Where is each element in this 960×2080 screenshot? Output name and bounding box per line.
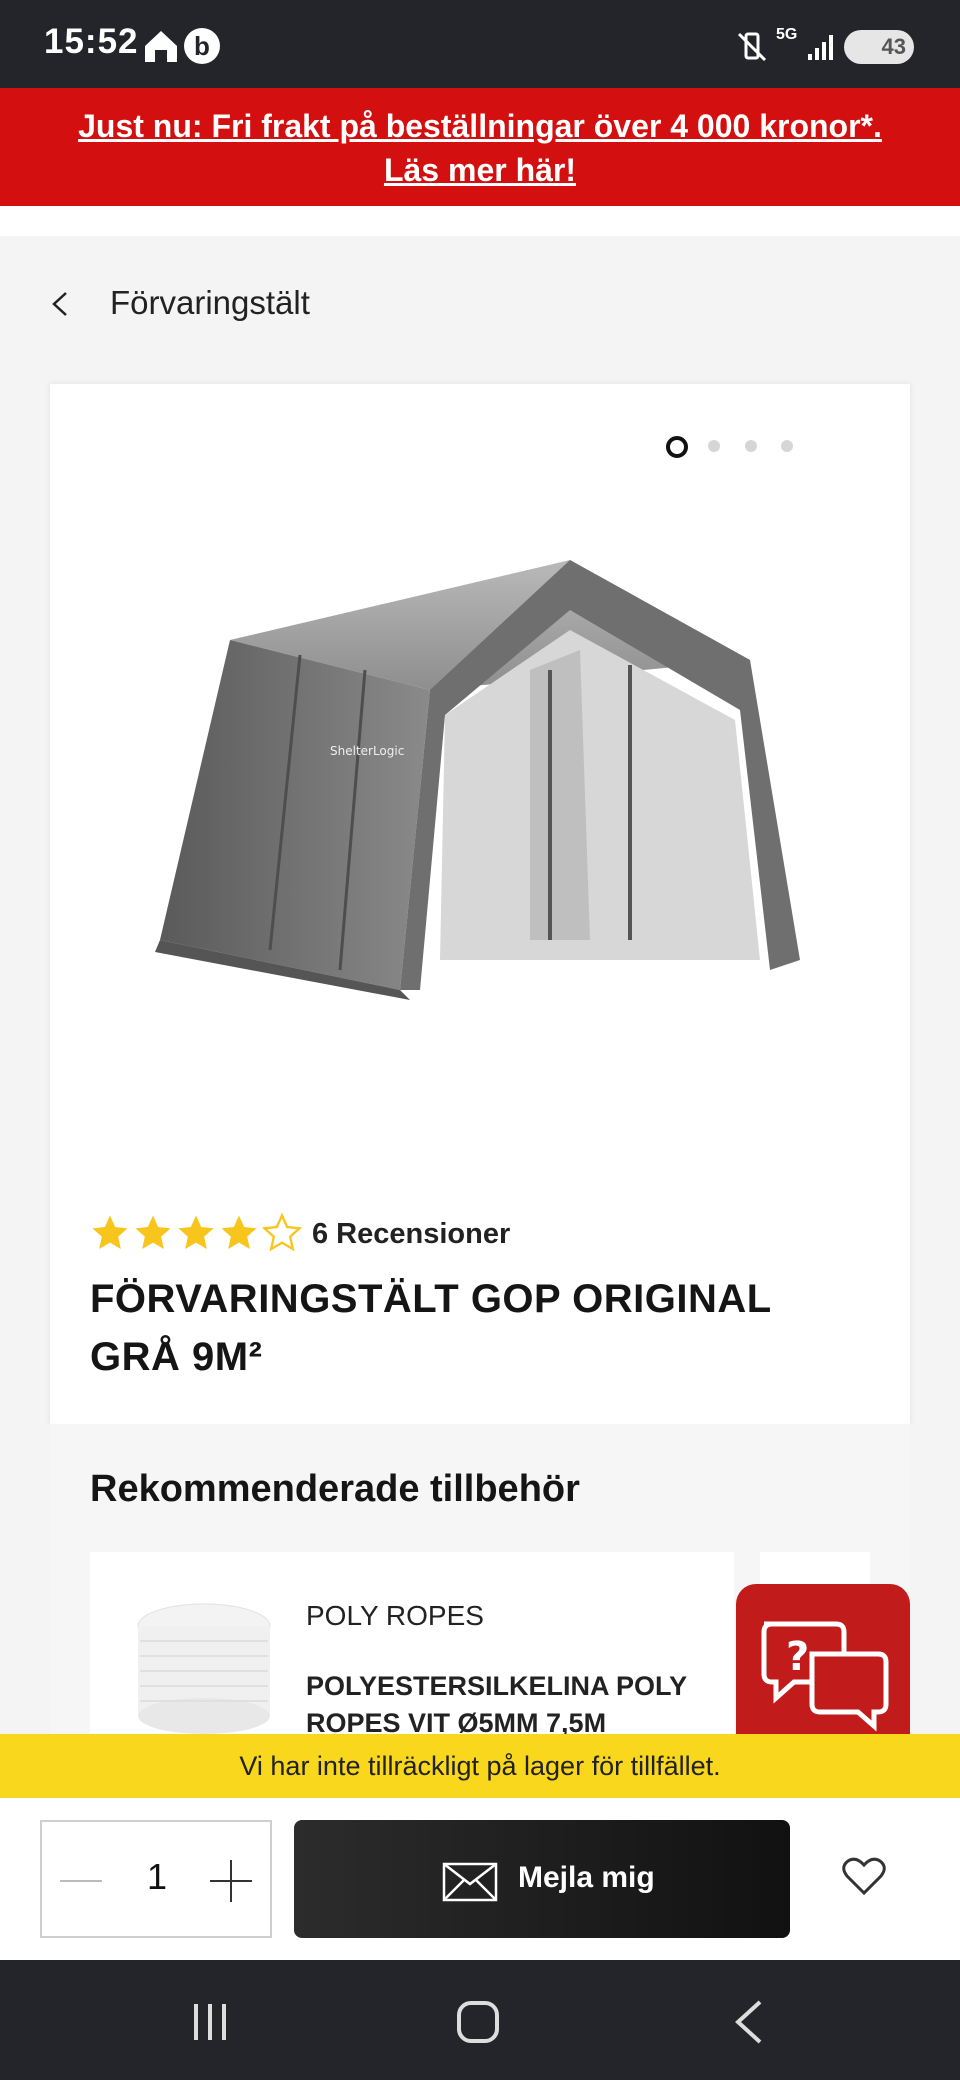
breadcrumb-category[interactable]: Förvaringstält — [110, 284, 310, 322]
carousel-dot-3[interactable] — [745, 440, 757, 452]
chat-question-icon: ? — [761, 1621, 889, 1732]
status-bar: 15:52 b 5G 43 — [0, 0, 960, 88]
system-nav-bar — [0, 1960, 960, 2080]
svg-text:ShelterLogic: ShelterLogic — [330, 744, 404, 758]
reviews-link[interactable]: 6 Recensioner — [312, 1218, 510, 1251]
stock-notice: Vi har inte tillräckligt på lager för ti… — [0, 1734, 960, 1798]
battery-indicator: 43 — [844, 30, 914, 64]
notify-me-label: Mejla mig — [518, 1861, 655, 1894]
product-image-rope[interactable] — [130, 1596, 278, 1736]
header-strip — [0, 206, 960, 236]
back-icon[interactable] — [734, 2000, 764, 2044]
promo-line-1[interactable]: Just nu: Fri frakt på beställningar över… — [0, 88, 960, 148]
wishlist-heart-icon[interactable] — [842, 1856, 886, 1896]
signal-icon — [808, 35, 833, 60]
star-full-icon — [178, 1215, 214, 1249]
recommended-product-name[interactable]: POLYESTERSILKELINA POLY ROPES VIT Ø5MM 7… — [306, 1668, 716, 1742]
status-time: 15:52 — [44, 22, 139, 61]
quantity-decrease-button[interactable] — [60, 1880, 102, 1882]
product-image-tent[interactable]: ShelterLogic — [150, 540, 810, 1000]
carousel-dot-2[interactable] — [708, 440, 720, 452]
star-full-icon — [135, 1215, 171, 1249]
recent-apps-icon[interactable] — [190, 2002, 230, 2042]
quantity-value[interactable]: 1 — [140, 1856, 174, 1898]
star-full-icon — [221, 1215, 257, 1249]
recommended-brand: POLY ROPES — [306, 1600, 484, 1631]
carousel-dot-1[interactable] — [666, 436, 688, 458]
quantity-increase-button[interactable] — [210, 1860, 252, 1902]
star-full-icon — [92, 1215, 128, 1249]
svg-text:?: ? — [786, 1634, 809, 1680]
mute-vibrate-icon — [737, 32, 767, 62]
chat-support-button[interactable]: ? — [736, 1584, 910, 1758]
star-empty-icon — [262, 1212, 302, 1252]
network-type: 5G — [776, 26, 798, 43]
home-status-icon — [145, 31, 177, 62]
back-chevron-icon[interactable] — [50, 290, 70, 318]
carousel-dot-4[interactable] — [781, 440, 793, 452]
home-icon[interactable] — [456, 2000, 500, 2044]
app-notification-icon: b — [184, 28, 220, 64]
promo-line-2[interactable]: Läs mer här! — [0, 148, 960, 192]
recommended-heading: Rekommenderade tillbehör — [90, 1468, 580, 1510]
promo-banner[interactable]: Just nu: Fri frakt på beställningar över… — [0, 88, 960, 206]
product-title: FÖRVARINGSTÄLT GOP ORIGINAL GRÅ 9M² — [90, 1277, 771, 1379]
envelope-icon — [442, 1862, 498, 1902]
